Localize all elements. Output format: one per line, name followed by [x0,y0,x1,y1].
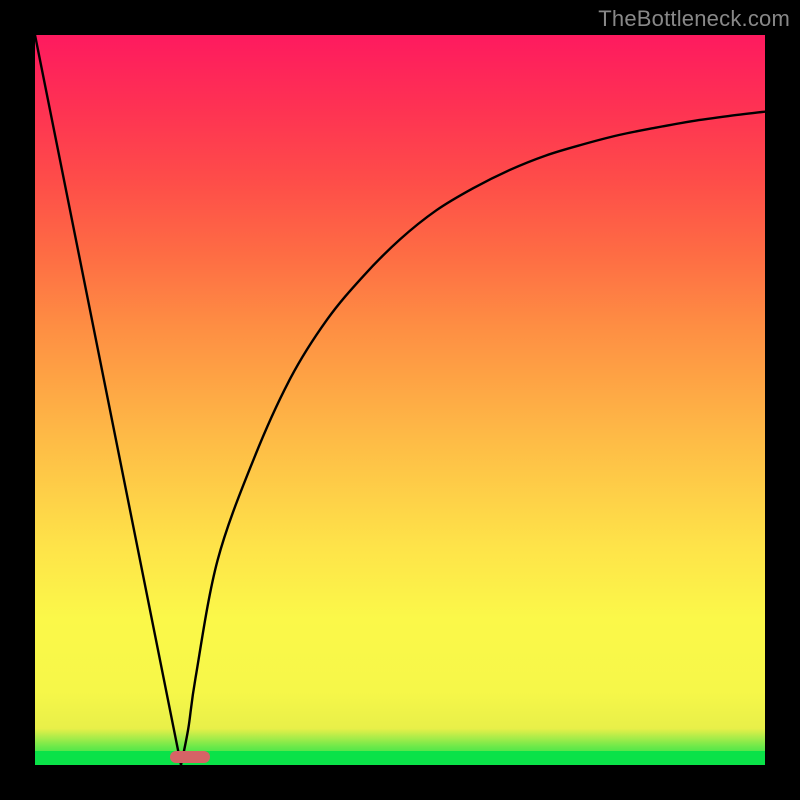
chart-frame: TheBottleneck.com [0,0,800,800]
watermark-text: TheBottleneck.com [598,6,790,32]
optimal-range-marker [170,751,210,763]
plot-area [35,35,765,765]
bottleneck-curve [35,35,765,765]
curve-svg [35,35,765,765]
